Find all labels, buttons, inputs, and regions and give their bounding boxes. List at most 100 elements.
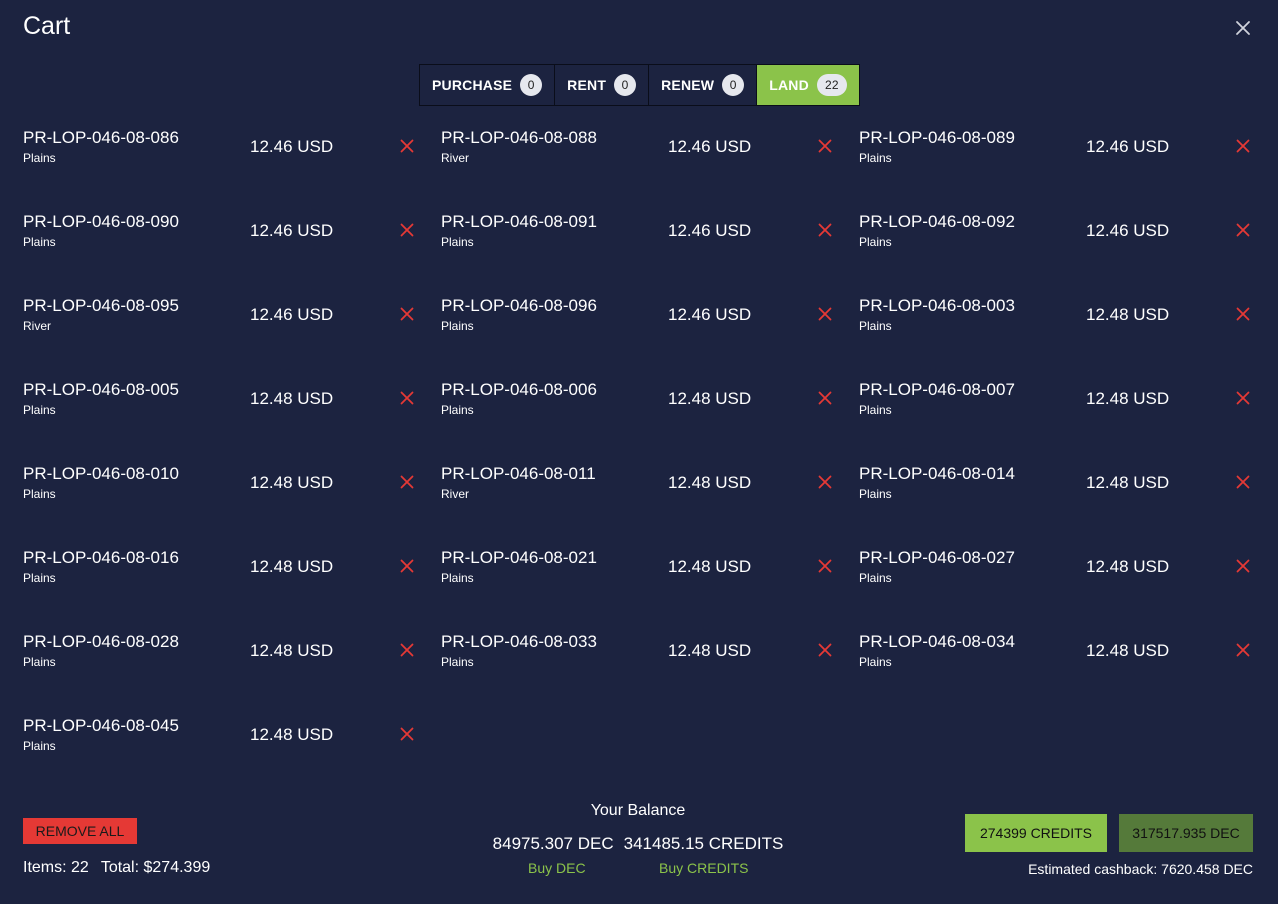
cart-item: PR-LOP-046-08-096 Plains 12.46 USD: [441, 294, 859, 378]
terrain-type: Plains: [23, 487, 56, 501]
tab-land[interactable]: LAND 22: [756, 64, 860, 106]
land-plot-code: PR-LOP-046-08-014: [859, 464, 1015, 483]
remove-item-button[interactable]: [818, 391, 832, 405]
cart-item: PR-LOP-046-08-007 Plains 12.48 USD: [859, 378, 1255, 462]
cart-item: PR-LOP-046-08-010 Plains 12.48 USD: [23, 462, 441, 546]
cart-items-grid: PR-LOP-046-08-086 Plains 12.46 USD PR-LOP-0…: [23, 126, 1255, 798]
land-plot-code: PR-LOP-046-08-011: [441, 464, 596, 483]
terrain-type: Plains: [23, 403, 56, 417]
remove-x-icon: [400, 643, 414, 657]
close-button[interactable]: [1233, 18, 1253, 38]
land-plot-code: PR-LOP-046-08-086: [23, 128, 179, 147]
land-plot-code: PR-LOP-046-08-006: [441, 380, 597, 399]
item-price: 12.48 USD: [250, 557, 334, 576]
remove-x-icon: [1236, 223, 1250, 237]
terrain-type: River: [441, 151, 470, 165]
buy-dec-link[interactable]: Buy DEC: [528, 860, 586, 876]
remove-item-button[interactable]: [400, 559, 414, 573]
dec-balance: 84975.307 DEC: [492, 834, 614, 853]
terrain-type: River: [441, 487, 470, 501]
remove-item-button[interactable]: [1236, 307, 1250, 321]
remove-x-icon: [818, 475, 832, 489]
remove-item-button[interactable]: [400, 643, 414, 657]
remove-x-icon: [400, 727, 414, 741]
tab-renew[interactable]: RENEW 0: [648, 64, 758, 106]
land-plot-code: PR-LOP-046-08-034: [859, 632, 1015, 651]
terrain-type: Plains: [23, 151, 56, 165]
remove-item-button[interactable]: [818, 559, 832, 573]
terrain-type: Plains: [441, 403, 474, 417]
terrain-type: Plains: [23, 739, 56, 753]
land-plot-code: PR-LOP-046-08-090: [23, 212, 179, 231]
item-price: 12.48 USD: [668, 473, 752, 492]
remove-item-button[interactable]: [400, 139, 414, 153]
cart-item: PR-LOP-046-08-016 Plains 12.48 USD: [23, 546, 441, 630]
remove-x-icon: [818, 223, 832, 237]
cart-item: PR-LOP-046-08-088 River 12.46 USD: [441, 126, 859, 210]
land-plot-code: PR-LOP-046-08-045: [23, 716, 179, 735]
item-price: 12.46 USD: [250, 221, 334, 240]
remove-item-button[interactable]: [1236, 223, 1250, 237]
remove-item-button[interactable]: [400, 391, 414, 405]
balance-panel: Your Balance 84975.307 DEC 341485.15 CRED…: [438, 802, 838, 880]
cart-item: PR-LOP-046-08-033 Plains 12.48 USD: [441, 630, 859, 714]
cart-item: PR-LOP-046-08-021 Plains 12.48 USD: [441, 546, 859, 630]
cart-item: PR-LOP-046-08-014 Plains 12.48 USD: [859, 462, 1255, 546]
count-badge: 0: [614, 74, 637, 96]
item-price: 12.46 USD: [250, 305, 334, 324]
cart-item: PR-LOP-046-08-034 Plains 12.48 USD: [859, 630, 1255, 714]
terrain-type: Plains: [859, 151, 892, 165]
tab-purchase[interactable]: PURCHASE 0: [419, 64, 556, 106]
remove-item-button[interactable]: [1236, 391, 1250, 405]
remove-x-icon: [400, 559, 414, 573]
item-price: 12.46 USD: [668, 221, 752, 240]
credits-balance: 341485.15 CREDITS: [623, 834, 784, 853]
pay-with-dec-button[interactable]: 317517.935 DEC: [1119, 814, 1253, 852]
remove-item-button[interactable]: [818, 307, 832, 321]
tab-rent[interactable]: RENT 0: [554, 64, 650, 106]
cart-item: PR-LOP-046-08-028 Plains 12.48 USD: [23, 630, 441, 714]
pay-with-credits-button[interactable]: 274399 CREDITS: [965, 814, 1107, 852]
land-plot-code: PR-LOP-046-08-007: [859, 380, 1015, 399]
remove-all-button[interactable]: REMOVE ALL: [23, 818, 137, 844]
buy-links: Buy DEC Buy CREDITS: [438, 860, 838, 880]
item-price: 12.48 USD: [250, 725, 334, 744]
page-title: Cart: [23, 12, 71, 40]
item-price: 12.48 USD: [668, 641, 752, 660]
item-price: 12.48 USD: [668, 389, 752, 408]
remove-item-button[interactable]: [1236, 139, 1250, 153]
remove-x-icon: [400, 391, 414, 405]
remove-item-button[interactable]: [1236, 559, 1250, 573]
remove-x-icon: [1236, 391, 1250, 405]
terrain-type: Plains: [441, 571, 474, 585]
remove-item-button[interactable]: [400, 223, 414, 237]
count-badge: 22: [816, 74, 847, 96]
remove-item-button[interactable]: [400, 475, 414, 489]
buy-credits-link[interactable]: Buy CREDITS: [659, 860, 748, 876]
remove-item-button[interactable]: [1236, 643, 1250, 657]
terrain-type: Plains: [859, 319, 892, 333]
land-plot-code: PR-LOP-046-08-028: [23, 632, 179, 651]
cart-item: PR-LOP-046-08-090 Plains 12.46 USD: [23, 210, 441, 294]
remove-item-button[interactable]: [1236, 475, 1250, 489]
remove-item-button[interactable]: [400, 727, 414, 741]
remove-item-button[interactable]: [400, 307, 414, 321]
remove-item-button[interactable]: [818, 643, 832, 657]
remove-x-icon: [400, 223, 414, 237]
remove-x-icon: [1236, 643, 1250, 657]
tab-label: RENT: [567, 77, 607, 93]
terrain-type: Plains: [23, 571, 56, 585]
terrain-type: Plains: [859, 235, 892, 249]
item-price: 12.46 USD: [668, 137, 752, 156]
close-icon: [1236, 21, 1250, 35]
remove-x-icon: [818, 307, 832, 321]
item-price: 12.46 USD: [1086, 137, 1170, 156]
remove-item-button[interactable]: [818, 223, 832, 237]
terrain-type: Plains: [441, 655, 474, 669]
remove-item-button[interactable]: [818, 475, 832, 489]
remove-x-icon: [1236, 139, 1250, 153]
cart-tabs: PURCHASE 0 RENT 0 RENEW 0 LAND 22: [419, 64, 860, 106]
balance-amounts: 84975.307 DEC 341485.15 CREDITS: [438, 834, 838, 854]
remove-item-button[interactable]: [818, 139, 832, 153]
land-plot-code: PR-LOP-046-08-033: [441, 632, 597, 651]
